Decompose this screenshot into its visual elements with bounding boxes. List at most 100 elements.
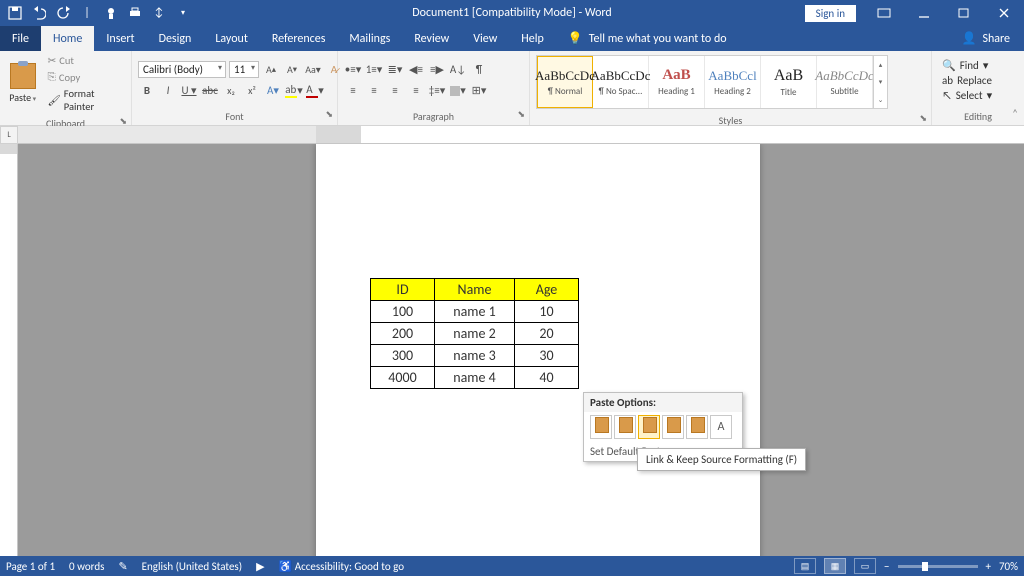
font-size-combo[interactable]: 11	[229, 61, 259, 78]
save-icon[interactable]	[4, 2, 26, 24]
italic-button[interactable]: I	[159, 82, 177, 100]
superscript-button[interactable]: x²	[243, 82, 261, 100]
close-icon[interactable]	[984, 0, 1024, 26]
document-area[interactable]: ID Name Age 100name 110 200name 220 300n…	[18, 144, 1024, 556]
tab-home[interactable]: Home	[41, 26, 94, 51]
tab-review[interactable]: Review	[402, 26, 461, 51]
paste-link-keep-source-icon[interactable]	[638, 415, 660, 439]
tab-design[interactable]: Design	[147, 26, 204, 51]
styles-gallery[interactable]: AaBbCcDc¶ Normal AaBbCcDc¶ No Spac... Aa…	[536, 55, 888, 109]
line-spacing-button[interactable]: ‡≡▾	[428, 82, 446, 100]
touch-mode-icon[interactable]	[100, 2, 122, 24]
copy-button[interactable]: ⎘Copy	[43, 69, 125, 85]
multilevel-button[interactable]: ≣▾	[386, 61, 404, 79]
change-case-button[interactable]: Aa▾	[304, 61, 322, 79]
table-header[interactable]: ID	[371, 279, 435, 301]
align-right-button[interactable]: ≡	[386, 82, 404, 100]
print-icon[interactable]	[124, 2, 146, 24]
status-page[interactable]: Page 1 of 1	[6, 560, 55, 573]
table-header[interactable]: Age	[515, 279, 579, 301]
align-left-button[interactable]: ≡	[344, 82, 362, 100]
redo-icon[interactable]	[52, 2, 74, 24]
sort-button[interactable]: A↓	[449, 61, 467, 79]
decrease-indent-button[interactable]: ◀≡	[407, 61, 425, 79]
document-table[interactable]: ID Name Age 100name 110 200name 220 300n…	[370, 278, 579, 389]
borders-button[interactable]: ⊞▾	[470, 82, 488, 100]
status-words[interactable]: 0 words	[69, 560, 104, 573]
table-row[interactable]: 200name 220	[371, 323, 579, 345]
styles-launcher-icon[interactable]: ⬊	[919, 113, 927, 124]
zoom-in-button[interactable]: +	[986, 560, 991, 573]
collapse-ribbon-icon[interactable]: ˄	[1012, 107, 1018, 120]
status-language[interactable]: English (United States)	[142, 560, 242, 573]
paste-keep-source-icon[interactable]	[590, 415, 612, 439]
minimize-icon[interactable]	[904, 0, 944, 26]
page[interactable]: ID Name Age 100name 110 200name 220 300n…	[316, 144, 760, 556]
view-read-mode-icon[interactable]: ▤	[794, 558, 816, 574]
align-center-button[interactable]: ≡	[365, 82, 383, 100]
spacing-icon[interactable]: ↕	[148, 2, 170, 24]
paste-link-merge-icon[interactable]	[662, 415, 684, 439]
justify-button[interactable]: ≡	[407, 82, 425, 100]
table-row[interactable]: 300name 330	[371, 345, 579, 367]
tell-me[interactable]: 💡Tell me what you want to do	[556, 26, 739, 51]
cut-button[interactable]: ✂Cut	[43, 53, 125, 68]
tab-mailings[interactable]: Mailings	[337, 26, 402, 51]
status-accessibility[interactable]: ♿ Accessibility: Good to go	[279, 560, 404, 573]
style-heading-2[interactable]: AaBbCclHeading 2	[705, 56, 761, 108]
style-title[interactable]: AaBTitle	[761, 56, 817, 108]
ribbon-display-icon[interactable]	[864, 0, 904, 26]
style-no-spacing[interactable]: AaBbCcDc¶ No Spac...	[593, 56, 649, 108]
grow-font-button[interactable]: A▴	[262, 61, 280, 79]
bullets-button[interactable]: •≡▾	[344, 61, 362, 79]
underline-button[interactable]: U ▾	[180, 82, 198, 100]
qat-customize-icon[interactable]: ▾	[172, 2, 194, 24]
paste-text-only-icon[interactable]: A	[710, 415, 732, 439]
shrink-font-button[interactable]: A▾	[283, 61, 301, 79]
numbering-button[interactable]: 1≡▾	[365, 61, 383, 79]
paste-button[interactable]: Paste ▾	[6, 63, 39, 104]
subscript-button[interactable]: x₂	[222, 82, 240, 100]
style-normal[interactable]: AaBbCcDc¶ Normal	[537, 56, 593, 108]
bold-button[interactable]: B	[138, 82, 156, 100]
font-color-button[interactable]: A▾	[306, 82, 324, 100]
select-button[interactable]: ↖Select ▾	[942, 89, 992, 102]
font-name-combo[interactable]: Calibri (Body)	[138, 61, 226, 78]
tab-view[interactable]: View	[461, 26, 509, 51]
paste-picture-icon[interactable]	[686, 415, 708, 439]
text-effects-button[interactable]: A▾	[264, 82, 282, 100]
highlight-button[interactable]: ab▾	[285, 82, 303, 100]
share-button[interactable]: 👤Share	[947, 26, 1024, 51]
paste-merge-icon[interactable]	[614, 415, 636, 439]
status-macro-icon[interactable]: ▶	[256, 560, 264, 573]
ruler-corner[interactable]: L	[0, 126, 18, 144]
zoom-slider[interactable]	[898, 565, 978, 568]
replace-button[interactable]: abReplace	[942, 74, 992, 87]
zoom-out-button[interactable]: −	[884, 560, 889, 573]
format-painter-button[interactable]: 🖌Format Painter	[43, 86, 125, 114]
table-header[interactable]: Name	[435, 279, 515, 301]
status-spellcheck-icon[interactable]: ✎	[118, 560, 127, 573]
increase-indent-button[interactable]: ≡▶	[428, 61, 446, 79]
styles-more-button[interactable]: ▴▾⌄	[873, 56, 887, 108]
horizontal-ruler[interactable]	[18, 126, 1024, 144]
zoom-level[interactable]: 70%	[999, 560, 1018, 573]
vertical-ruler[interactable]	[0, 144, 18, 556]
tab-insert[interactable]: Insert	[94, 26, 146, 51]
tab-layout[interactable]: Layout	[203, 26, 260, 51]
view-print-layout-icon[interactable]: ▦	[824, 558, 846, 574]
view-web-layout-icon[interactable]: ▭	[854, 558, 876, 574]
tab-file[interactable]: File	[0, 26, 41, 51]
tab-references[interactable]: References	[260, 26, 338, 51]
shading-button[interactable]: ▾	[449, 82, 467, 100]
paragraph-launcher-icon[interactable]: ⬊	[517, 109, 525, 120]
table-row[interactable]: 100name 110	[371, 301, 579, 323]
undo-icon[interactable]	[28, 2, 50, 24]
font-launcher-icon[interactable]: ⬊	[325, 109, 333, 120]
maximize-icon[interactable]	[944, 0, 984, 26]
table-row[interactable]: 4000name 440	[371, 367, 579, 389]
style-subtitle[interactable]: AaBbCcDcSubtitle	[817, 56, 873, 108]
find-button[interactable]: 🔍Find ▾	[942, 59, 992, 72]
tab-help[interactable]: Help	[509, 26, 556, 51]
style-heading-1[interactable]: AaBHeading 1	[649, 56, 705, 108]
